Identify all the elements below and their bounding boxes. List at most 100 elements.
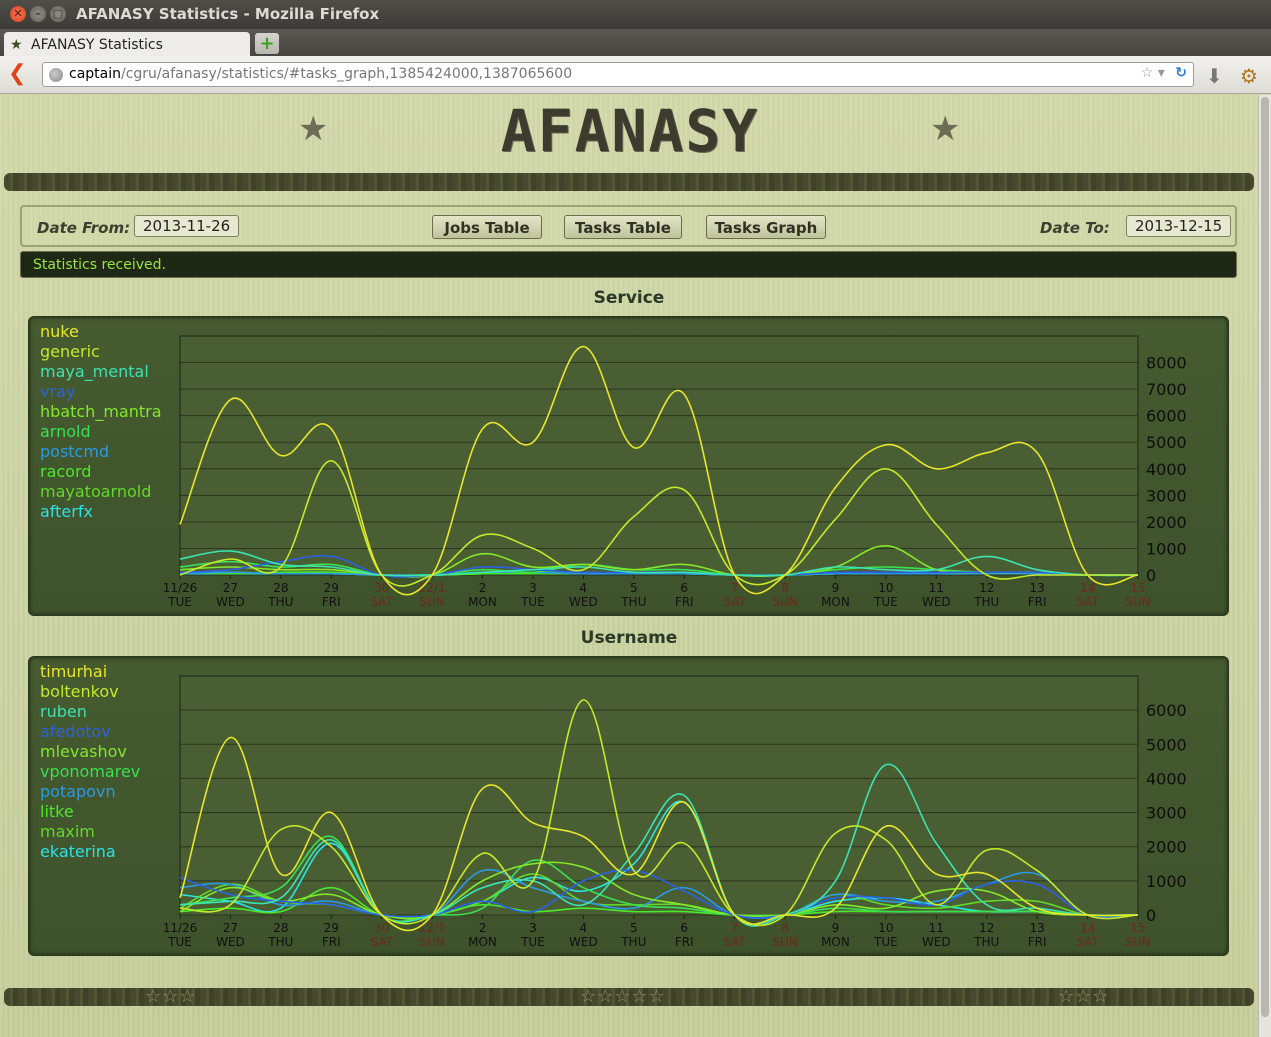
- x-day-label: THU: [620, 595, 646, 609]
- y-tick-label: 4000: [1146, 769, 1187, 788]
- chart-title-service: Service: [593, 288, 665, 308]
- y-tick-label: 1000: [1146, 872, 1187, 891]
- x-tick-label: 12/1: [419, 581, 446, 595]
- scrollbar-thumb[interactable]: [1261, 97, 1269, 1017]
- x-day-label: FRI: [1028, 595, 1047, 609]
- date-to-field[interactable]: 2013-12-15: [1126, 215, 1232, 237]
- controls-panel: Date From: 2013-11-26 Jobs Table Tasks T…: [20, 205, 1237, 247]
- browser-tab[interactable]: ★ AFANASY Statistics: [4, 32, 250, 57]
- x-day-label: FRI: [675, 595, 694, 609]
- site-identity-icon[interactable]: [49, 68, 63, 82]
- username-legend: timurhai boltenkov ruben afedotov mlevashov v…: [40, 662, 140, 862]
- legend-item[interactable]: vponomarev: [40, 762, 140, 782]
- x-day-label: TUE: [167, 595, 192, 609]
- header-stripe: [4, 173, 1254, 191]
- x-tick-label: 9: [832, 581, 840, 595]
- x-tick-label: 4: [580, 581, 588, 595]
- navigation-bar: ❮ captain/cgru/afanasy/statistics/#tasks…: [0, 56, 1271, 94]
- x-tick-label: 3: [529, 581, 537, 595]
- close-window-icon[interactable]: ✕: [10, 6, 26, 22]
- afanasy-logo: AFANASY: [500, 97, 760, 165]
- legend-item[interactable]: ekaterina: [40, 842, 140, 862]
- y-tick-label: 6000: [1146, 701, 1187, 720]
- date-to-label: Date To:: [1040, 219, 1110, 237]
- legend-item[interactable]: racord: [40, 462, 162, 482]
- back-arrow-icon[interactable]: ❮: [8, 63, 30, 87]
- x-tick-label: 9: [832, 921, 840, 935]
- legend-item[interactable]: hbatch_mantra: [40, 402, 162, 422]
- y-tick-label: 3000: [1146, 804, 1187, 823]
- legend-item[interactable]: boltenkov: [40, 682, 140, 702]
- date-from-field[interactable]: 2013-11-26: [134, 215, 240, 237]
- x-tick-label: 5: [630, 921, 638, 935]
- x-tick-label: 8: [781, 581, 789, 595]
- legend-item[interactable]: mlevashov: [40, 742, 140, 762]
- legend-item[interactable]: potapovn: [40, 782, 140, 802]
- service-chart-panel: 0 1000 2000 3000 4000 5000 6000 7000 8000 11/26 TU…: [28, 316, 1229, 616]
- x-day-label: THU: [267, 935, 293, 949]
- addon-icon[interactable]: ⚙: [1240, 64, 1258, 88]
- reload-icon[interactable]: ↻: [1175, 65, 1187, 81]
- page-content: ★ AFANASY ★ Date From: 2013-11-26 Jobs T…: [0, 95, 1258, 1037]
- star-ornament-icon: ★: [298, 109, 329, 149]
- x-day-label: SAT: [1076, 935, 1099, 949]
- x-day-label: SAT: [723, 935, 746, 949]
- x-tick-label: 4: [580, 921, 588, 935]
- x-tick-label: 13: [1030, 921, 1045, 935]
- footer-stars-icon: ☆☆☆: [1058, 986, 1110, 1007]
- x-tick-label: 3: [529, 921, 537, 935]
- x-tick-label: 7: [731, 921, 739, 935]
- legend-item[interactable]: afedotov: [40, 722, 140, 742]
- x-day-label: WED: [569, 595, 598, 609]
- x-tick-label: 6: [680, 581, 688, 595]
- tasks-graph-button[interactable]: Tasks Graph: [706, 215, 826, 239]
- x-day-label: THU: [973, 595, 999, 609]
- legend-item[interactable]: timurhai: [40, 662, 140, 682]
- x-day-label: WED: [922, 935, 951, 949]
- legend-item[interactable]: litke: [40, 802, 140, 822]
- legend-item[interactable]: mayatoarnold: [40, 482, 162, 502]
- x-day-label: SUN: [772, 595, 797, 609]
- url-bar[interactable]: captain/cgru/afanasy/statistics/#tasks_g…: [42, 62, 1194, 87]
- download-icon[interactable]: ⬇: [1206, 64, 1223, 88]
- jobs-table-button[interactable]: Jobs Table: [432, 215, 542, 239]
- window-titlebar: ✕ – □ AFANASY Statistics - Mozilla Firef…: [0, 0, 1271, 29]
- y-tick-label: 0: [1146, 566, 1156, 585]
- x-tick-label: 5: [630, 581, 638, 595]
- x-day-label: TUE: [873, 935, 898, 949]
- x-day-label: TUE: [520, 595, 545, 609]
- chart-svg: 010002000300040005000600011/26TUE27WED28…: [163, 675, 1187, 949]
- dropdown-arrow-icon[interactable]: ▾: [1158, 65, 1165, 81]
- legend-item[interactable]: maya_mental: [40, 362, 162, 382]
- username-chart-panel: 0 1000 2000 3000 4000 5000 6000 11/26 TUE 27 WED 28…: [28, 656, 1229, 956]
- tasks-table-button[interactable]: Tasks Table: [564, 215, 682, 239]
- x-day-label: WED: [569, 935, 598, 949]
- legend-item[interactable]: nuke: [40, 322, 162, 342]
- bookmark-star-icon[interactable]: ☆: [1141, 65, 1154, 81]
- status-bar: Statistics received.: [20, 251, 1237, 278]
- minimize-window-icon[interactable]: –: [30, 6, 46, 22]
- x-tick-label: 29: [324, 581, 339, 595]
- legend-item[interactable]: maxim: [40, 822, 140, 842]
- vertical-scrollbar[interactable]: [1258, 95, 1271, 1037]
- maximize-window-icon[interactable]: □: [50, 6, 66, 22]
- x-tick-label: 12: [979, 921, 994, 935]
- url-host: captain: [69, 66, 121, 82]
- legend-item[interactable]: ruben: [40, 702, 140, 722]
- y-tick-label: 8000: [1146, 354, 1187, 373]
- new-tab-button[interactable]: +: [255, 33, 279, 54]
- x-day-label: MON: [821, 935, 850, 949]
- legend-item[interactable]: arnold: [40, 422, 162, 442]
- legend-item[interactable]: afterfx: [40, 502, 162, 522]
- legend-item[interactable]: postcmd: [40, 442, 162, 462]
- x-day-label: FRI: [322, 935, 341, 949]
- tab-bar: ★ AFANASY Statistics +: [0, 29, 1271, 57]
- legend-item[interactable]: vray: [40, 382, 162, 402]
- star-icon: ★: [10, 37, 23, 53]
- window-title: AFANASY Statistics - Mozilla Firefox: [76, 5, 380, 23]
- y-tick-label: 1000: [1146, 539, 1187, 558]
- x-tick-label: 14: [1080, 581, 1095, 595]
- legend-item[interactable]: generic: [40, 342, 162, 362]
- footer-stars-icon: ☆☆☆☆☆: [580, 986, 666, 1007]
- y-tick-label: 7000: [1146, 380, 1187, 399]
